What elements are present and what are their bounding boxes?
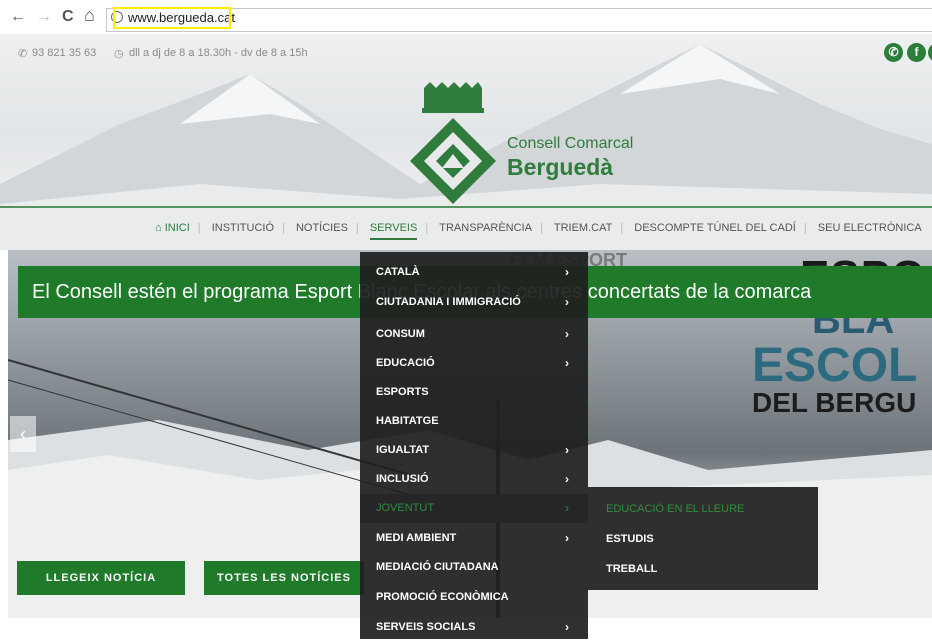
poster-title-line3: DEL BERGU (752, 387, 917, 418)
menu-item-inici[interactable]: ⌂ INICI (155, 222, 190, 238)
submenu-item-estudis[interactable]: ESTUDIS (606, 533, 654, 545)
menu-item-serveis[interactable]: SERVEIS (369, 222, 418, 240)
chevron-right-icon: › (565, 501, 569, 515)
reload-icon[interactable]: C (62, 8, 74, 26)
menu-item-triem[interactable]: TRIEM.CAT (554, 222, 612, 234)
whatsapp-icon[interactable]: ✆ (884, 43, 903, 62)
dropdown-item-promocio[interactable]: PROMOCIÓ ECONÒMICA (360, 583, 588, 612)
chevron-right-icon: › (565, 356, 569, 370)
menu-item-institucio[interactable]: INSTITUCIÓ (212, 222, 274, 234)
dropdown-item-esports[interactable]: ESPORTS (360, 378, 588, 407)
dropdown-item-serveis-socials[interactable]: SERVEIS SOCIALS › (360, 613, 588, 642)
slider-prev-arrow[interactable]: ‹ (10, 416, 36, 452)
chevron-right-icon: › (565, 443, 569, 457)
menu-item-seu-electronica[interactable]: SEU ELECTRÒNICA (818, 222, 922, 234)
submenu-item-educacio-lleure[interactable]: EDUCACIÓ EN EL LLEURE (606, 503, 744, 515)
menu-divider (0, 206, 932, 208)
dropdown-item-consum[interactable]: CONSUM › (360, 320, 588, 349)
read-news-button[interactable]: LLEGEIX NOTÍCIA (17, 561, 185, 595)
url-highlight-box (113, 7, 231, 29)
chevron-right-icon: › (565, 327, 569, 341)
serveis-dropdown: CATALÀ › CIUTADANIA I IMMIGRACIÓ › CONSUM ›… (360, 252, 588, 639)
forward-icon[interactable]: → (36, 8, 52, 26)
crown-icon (422, 82, 484, 113)
dropdown-item-habitatge[interactable]: HABITATGE (360, 407, 588, 436)
main-menu: ⌂ INICI | INSTITUCIÓ | NOTÍCIES | SERVEIS |… (155, 222, 922, 240)
home-menu-icon: ⌂ (155, 222, 165, 234)
dropdown-item-inclusio[interactable]: INCLUSIÓ › (360, 465, 588, 494)
opening-hours: dll a dj de 8 a 18.30h - dv de 8 a 15h (129, 47, 308, 59)
back-icon[interactable]: ← (10, 8, 26, 26)
joventut-submenu: EDUCACIÓ EN EL LLEURE ESTUDIS TREBALL (588, 487, 818, 590)
home-icon[interactable]: ⌂ (84, 6, 95, 24)
chevron-right-icon: › (565, 620, 569, 634)
chevron-right-icon: › (565, 265, 569, 279)
dropdown-item-medi-ambient[interactable]: MEDI AMBIENT › (360, 524, 588, 553)
dropdown-item-mediacio[interactable]: MEDIACIÓ CIUTADANA (360, 553, 588, 582)
menu-item-descompte-tunel[interactable]: DESCOMPTE TÚNEL DEL CADÍ (634, 222, 796, 234)
facebook-icon[interactable]: f (907, 43, 926, 62)
dropdown-item-educacio[interactable]: EDUCACIÓ › (360, 349, 588, 378)
chevron-right-icon: › (565, 295, 569, 309)
clock-icon: ◷ (114, 48, 124, 60)
phone-number[interactable]: 93 821 35 63 (32, 47, 96, 59)
menu-item-transparencia[interactable]: TRANSPARÈNCIA (439, 222, 532, 234)
browser-toolbar: ← → C ⌂ www.bergueda.cat (0, 0, 932, 35)
phone-icon: ✆ (18, 48, 28, 60)
dropdown-item-catala[interactable]: CATALÀ › (360, 258, 588, 287)
submenu-item-treball[interactable]: TREBALL (606, 563, 657, 575)
dropdown-item-ciutadania[interactable]: CIUTADANIA I IMMIGRACIÓ › (360, 288, 588, 317)
dropdown-item-igualtat[interactable]: IGUALTAT › (360, 436, 588, 465)
chevron-right-icon: › (565, 531, 569, 545)
chevron-right-icon: › (565, 472, 569, 486)
dropdown-item-joventut[interactable]: JOVENTUT › (360, 494, 588, 523)
all-news-button[interactable]: TOTES LES NOTÍCIES (204, 561, 364, 595)
menu-item-noticies[interactable]: NOTÍCIES (296, 222, 348, 234)
logo-text-consell[interactable]: Consell Comarcal (507, 135, 633, 153)
shield-diamond-icon (410, 118, 496, 204)
site-header: ✆ 93 821 35 63 ◷ dll a dj de 8 a 18.30h … (0, 34, 932, 250)
poster-title-line2: ESCOL (752, 339, 918, 392)
logo-text-bergueda[interactable]: Berguedà (507, 154, 613, 181)
